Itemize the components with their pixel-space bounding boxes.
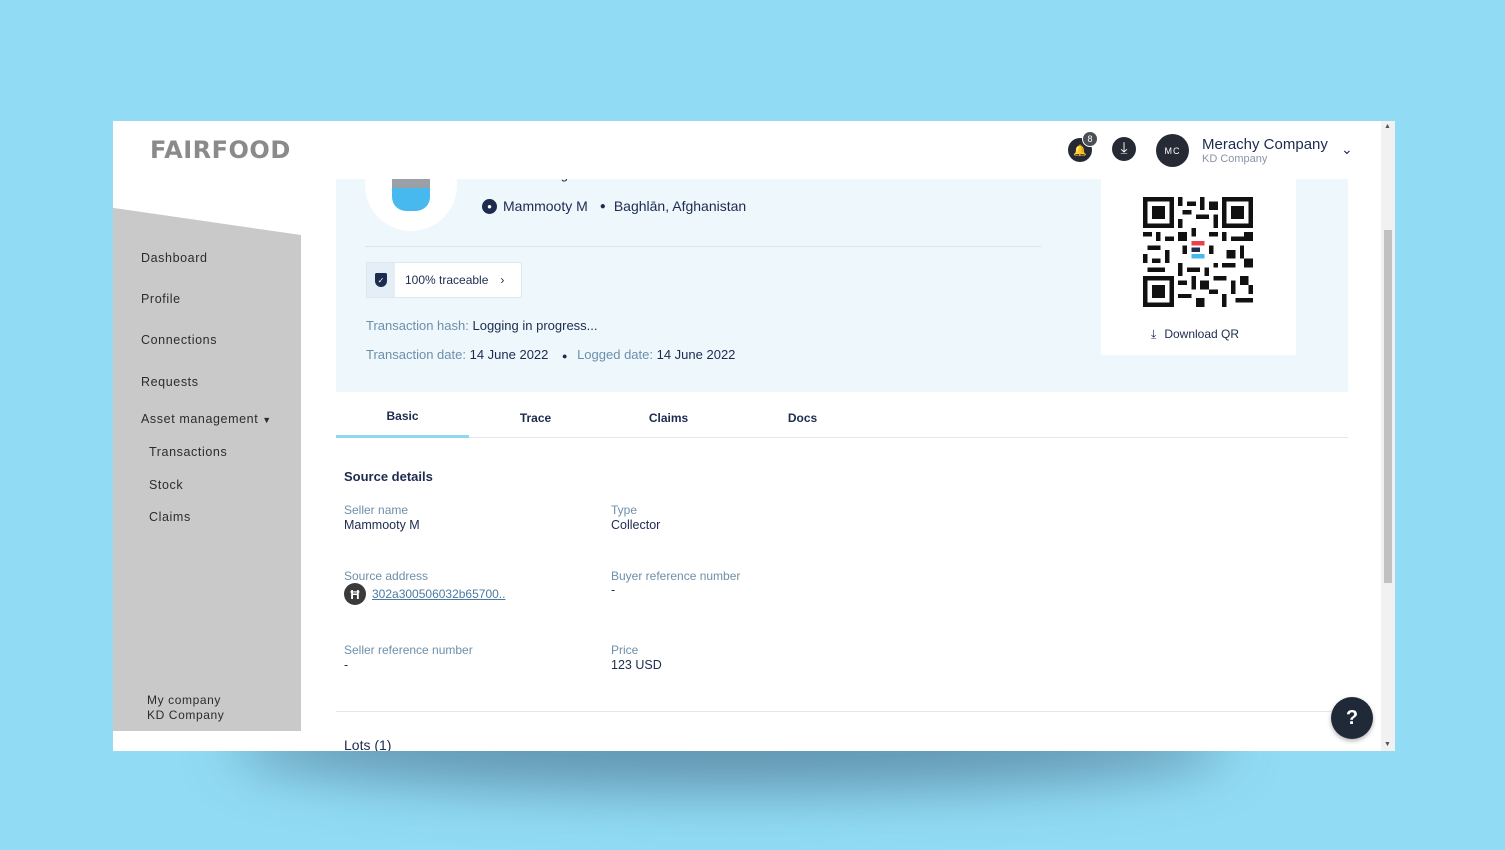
- download-qr-label: Download QR: [1164, 327, 1240, 341]
- source-address-link[interactable]: 302a300506032b65700..: [372, 587, 505, 601]
- logged-date-value: 14 June 2022: [656, 347, 736, 362]
- sidebar-item-connections[interactable]: Connections: [141, 333, 217, 347]
- divider: [365, 246, 1041, 247]
- seller-ref-label: Seller reference number: [344, 643, 473, 657]
- sidebar-company-label: My company: [147, 693, 222, 707]
- traceable-button[interactable]: ✓ 100% traceable ›: [366, 262, 522, 298]
- tx-date-value: 14 June 2022: [469, 347, 549, 362]
- caret-down-icon: ▼: [262, 415, 272, 425]
- sidebar-item-label: Asset management: [141, 412, 259, 426]
- seller-name-label: Seller name: [344, 503, 409, 517]
- separator-dot: ●: [599, 200, 606, 212]
- section-title: Source details: [344, 469, 433, 484]
- download-icon: ⤓: [1151, 327, 1157, 341]
- scroll-up-icon[interactable]: ▲: [1384, 123, 1391, 130]
- detail-tabs: Basic Trace Claims Docs: [336, 402, 1348, 438]
- tab-claims[interactable]: Claims: [602, 411, 735, 425]
- seller-name: Mammooty M: [503, 198, 588, 214]
- tx-hash-label: Transaction hash:: [366, 318, 469, 333]
- buyer-ref-value: -: [611, 583, 616, 597]
- active-tab-indicator: [336, 435, 469, 438]
- buyer-ref-label: Buyer reference number: [611, 569, 741, 583]
- sidebar-item-requests[interactable]: Requests: [141, 375, 199, 389]
- chevron-right-icon: ›: [500, 273, 505, 287]
- price-value: 123 USD: [611, 658, 662, 672]
- logged-date-label: Logged date:: [577, 347, 653, 362]
- sidebar-item-transactions[interactable]: Transactions: [149, 445, 227, 459]
- help-button[interactable]: ?: [1331, 697, 1373, 739]
- company-sub: KD Company: [1202, 153, 1268, 165]
- chevron-down-icon[interactable]: ⌄: [1341, 141, 1353, 158]
- source-address-label: Source address: [344, 569, 429, 583]
- seller-ref-value: -: [344, 658, 349, 672]
- transaction-hash: Transaction hash: Logging in progress...: [366, 318, 598, 333]
- seller-location-line: ● Mammooty M ● Baghlān, Afghanistan: [482, 198, 746, 214]
- company-switcher[interactable]: Merachy Company KD Company: [1202, 136, 1328, 165]
- tx-hash-value: Logging in progress...: [472, 318, 598, 333]
- seller-name-value: Mammooty M: [344, 518, 420, 532]
- fairfood-logo[interactable]: FAIRFOOD: [150, 136, 291, 164]
- traceable-label: 100% traceable: [405, 273, 489, 287]
- location: Baghlān, Afghanistan: [613, 198, 747, 214]
- type-value: Collector: [611, 518, 661, 532]
- scroll-down-icon[interactable]: ▼: [1384, 741, 1391, 748]
- tx-date-label: Transaction date:: [366, 347, 466, 362]
- qr-code: [1143, 197, 1253, 307]
- source-address: Ħ 302a300506032b65700..: [344, 583, 505, 605]
- sidebar-item-profile[interactable]: Profile: [141, 292, 181, 306]
- separator-dot: ●: [562, 351, 568, 361]
- tab-basic[interactable]: Basic: [336, 409, 469, 423]
- sidebar-item-stock[interactable]: Stock: [149, 478, 183, 492]
- type-label: Type: [611, 503, 638, 517]
- download-qr-button[interactable]: ⤓ Download QR: [1151, 327, 1239, 342]
- notification-badge: 8: [1082, 131, 1098, 147]
- lots-title: Lots (1): [344, 737, 392, 751]
- sidebar-company[interactable]: My company KD Company: [147, 693, 224, 723]
- shield-icon: ✓: [367, 263, 395, 297]
- sidebar-item-asset-management[interactable]: Asset management ▼: [141, 412, 272, 426]
- topbar: FAIRFOOD 🔔 8 ⤓ MC Merachy Company KD Com…: [113, 121, 1383, 179]
- tab-docs[interactable]: Docs: [736, 411, 869, 425]
- avatar[interactable]: MC: [1156, 134, 1189, 167]
- sidebar-item-dashboard[interactable]: Dashboard: [141, 251, 208, 265]
- app-window: Dashboard Profile Connections Requests A…: [113, 121, 1395, 751]
- company-name: Merachy Company: [1202, 136, 1328, 153]
- qr-card: ⤓ Download QR: [1101, 179, 1296, 355]
- location-pin-icon: ●: [482, 198, 497, 214]
- scrollbar-thumb[interactable]: [1384, 230, 1392, 583]
- hedera-icon: Ħ: [344, 583, 366, 605]
- tab-trace[interactable]: Trace: [469, 411, 602, 425]
- sidebar-company-name: KD Company: [147, 708, 225, 722]
- transaction-dates: Transaction date: 14 June 2022 ● Logged …: [366, 347, 735, 362]
- sidebar: Dashboard Profile Connections Requests A…: [113, 207, 301, 731]
- sidebar-item-claims[interactable]: Claims: [149, 510, 191, 524]
- download-icon[interactable]: ⤓: [1112, 137, 1136, 161]
- divider: [336, 711, 1348, 712]
- scrollbar[interactable]: ▲ ▼: [1381, 121, 1395, 751]
- price-label: Price: [611, 643, 639, 657]
